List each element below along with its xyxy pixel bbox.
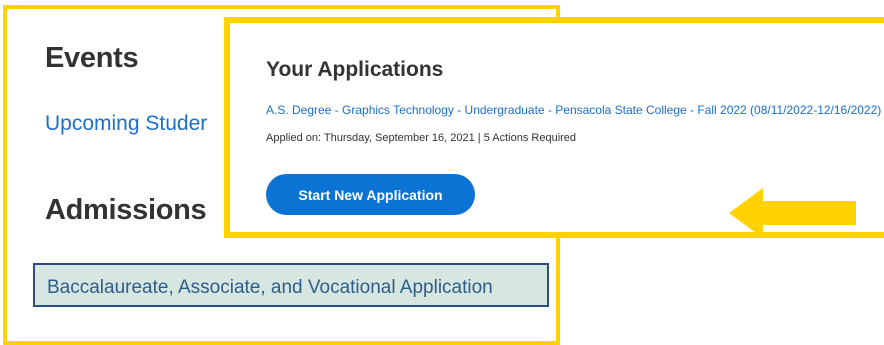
upcoming-events-link[interactable]: Upcoming Studer [45,112,207,136]
left-arrow-icon [729,188,856,238]
application-meta: Applied on: Thursday, September 16, 2021… [266,132,577,144]
application-type-option[interactable]: Baccalaureate, Associate, and Vocational… [33,263,549,307]
start-new-application-button[interactable]: Start New Application [266,174,475,215]
admissions-heading: Admissions [45,194,207,226]
application-link[interactable]: A.S. Degree - Graphics Technology - Unde… [266,104,884,117]
events-heading: Events [45,42,139,74]
your-applications-title: Your Applications [266,58,444,81]
your-applications-panel: Your Applications A.S. Degree - Graphics… [224,17,884,238]
